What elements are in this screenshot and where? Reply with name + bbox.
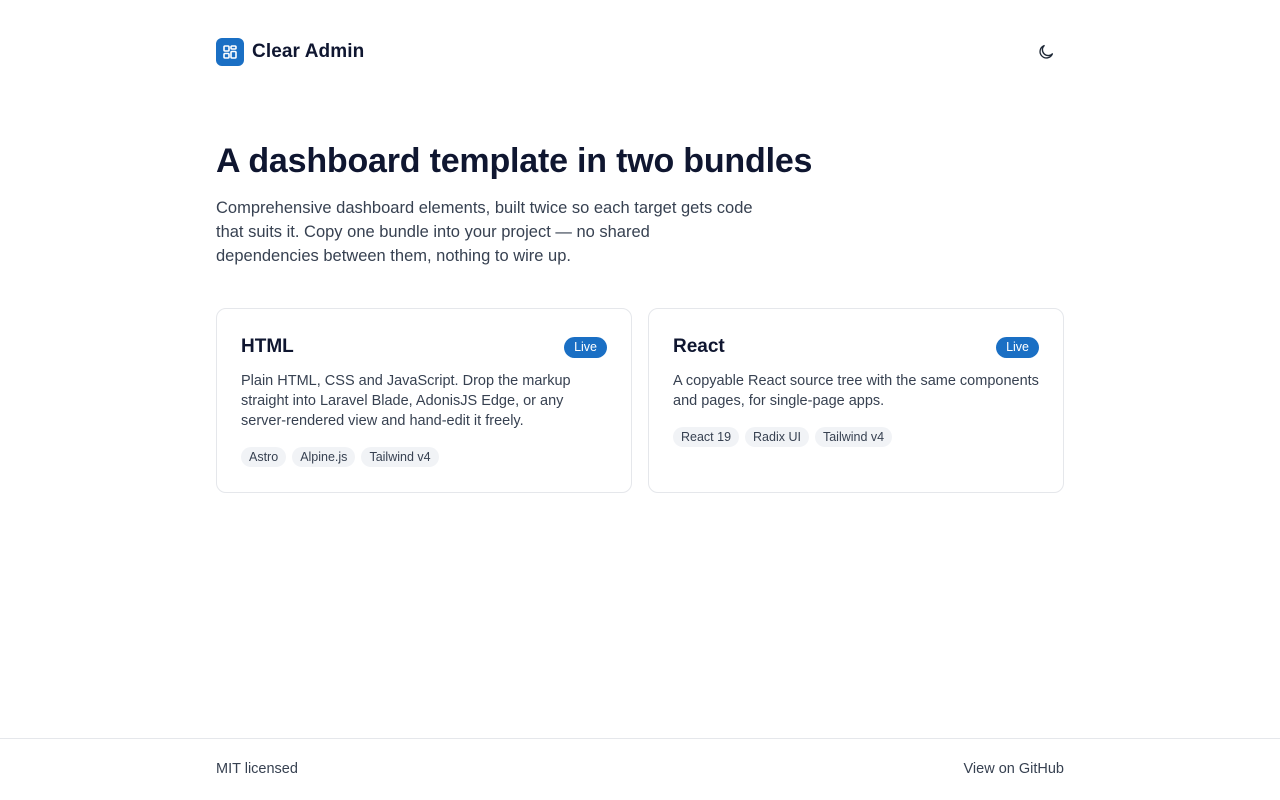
footer-content: MIT licensed View on GitHub (216, 761, 1064, 777)
card-header: React Live (673, 335, 1039, 359)
card-description: A copyable React source tree with the sa… (673, 373, 1039, 409)
page-title: A dashboard template in two bundles (216, 142, 813, 180)
tag: Tailwind v4 (814, 427, 893, 447)
moon-icon (1039, 44, 1054, 59)
bundle-card-react[interactable]: React Live A copyable React source tree … (648, 308, 1064, 493)
bundle-card-html[interactable]: HTML Live Plain HTML, CSS and JavaScript… (216, 308, 632, 493)
tag: Astro (241, 447, 287, 467)
tag-list: Astro Alpine.js Tailwind v4 (241, 447, 607, 467)
status-badge: Live (996, 336, 1039, 358)
site-footer: MIT licensed View on GitHub (0, 738, 1280, 800)
tag-list: React 19 Radix UI Tailwind v4 (673, 427, 1039, 447)
github-link[interactable]: View on GitHub (964, 761, 1064, 777)
card-header: HTML Live (241, 335, 607, 359)
page-description: Comprehensive dashboard elements, built … (216, 199, 753, 265)
card-title: React (673, 336, 725, 357)
license-text: MIT licensed (216, 761, 298, 777)
tag: Alpine.js (292, 447, 356, 467)
site-header: Clear Admin (216, 38, 1064, 66)
bundle-cards: HTML Live Plain HTML, CSS and JavaScript… (216, 308, 1064, 493)
dashboard-grid-icon (216, 38, 244, 66)
tag: Radix UI (745, 427, 809, 447)
brand[interactable]: Clear Admin (216, 38, 364, 66)
theme-toggle-button[interactable] (1032, 38, 1060, 66)
tag: React 19 (673, 427, 740, 447)
tag: Tailwind v4 (361, 447, 439, 467)
card-title: HTML (241, 336, 294, 357)
status-badge: Live (564, 336, 607, 358)
brand-name: Clear Admin (252, 41, 365, 62)
card-description: Plain HTML, CSS and JavaScript. Drop the… (241, 373, 571, 429)
